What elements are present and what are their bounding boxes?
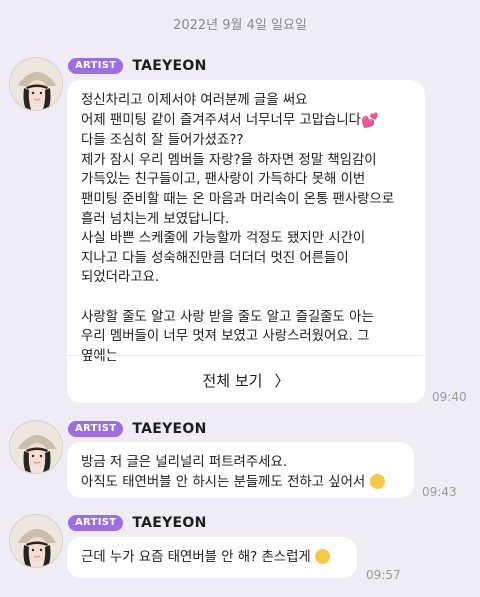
- line: 아직도 태연버블 안 하시는 분들께도 전하고 싶어서: [81, 474, 366, 490]
- heart-emoji: 💕: [361, 112, 379, 129]
- sender-name: TAEYEON: [132, 421, 207, 437]
- date-divider: 2022년 9월 4일 일요일: [173, 18, 307, 33]
- sender-name: TAEYEON: [132, 515, 207, 531]
- avatar-photo: [10, 58, 62, 110]
- wink-emoji-icon: [369, 473, 385, 489]
- line: 사실 바쁜 스케줄에 가능할까 걱정도 됐지만 시간이: [81, 231, 366, 247]
- sender-name: TAEYEON: [132, 58, 207, 74]
- message-bubble[interactable]: 근데 누가 요즘 태연버블 안 해? 촌스럽게: [67, 537, 357, 578]
- line: 우리 멤버들이 너무 멋져 보였고 사랑스러웠어요. 그: [81, 329, 370, 345]
- line: 지나고 다들 성숙해진만큼 더더더 멋진 어른들이: [81, 250, 349, 266]
- message-text: 정신차리고 이제서야 여러분께 글을 써요 어제 팬미팅 같이 즐겨주셔서 너무…: [81, 91, 394, 366]
- avatar-photo: [10, 515, 62, 567]
- line: 흘러 넘치는게 보였답니다.: [81, 211, 230, 227]
- line: 가득있는 친구들이고, 팬사랑이 가득하다 못해 이번: [81, 172, 366, 188]
- chevron-right-icon: 〉: [274, 371, 290, 390]
- line: 어제 팬미팅 같이 즐겨주셔서 너무너무 고맙습니다: [81, 112, 361, 128]
- timestamp: 09:57: [366, 568, 401, 582]
- artist-badge: ARTIST: [68, 515, 124, 531]
- line: 방금 저 글은 널리널리 퍼트려주세요.: [81, 455, 288, 470]
- pleading-face-emoji-icon: [315, 549, 331, 564]
- artist-badge: ARTIST: [68, 421, 124, 437]
- line: 정신차리고 이제서야 여러분께 글을 써요: [81, 93, 308, 108]
- message-bubble[interactable]: 정신차리고 이제서야 여러분께 글을 써요 어제 팬미팅 같이 즐겨주셔서 너무…: [67, 80, 425, 403]
- avatar-photo: [10, 421, 62, 473]
- line: 제가 잠시 우리 멤버들 자랑?을 하자면 정말 책임감이: [81, 152, 377, 168]
- timestamp: 09:40: [432, 390, 467, 404]
- line: 사랑할 줄도 알고 사랑 받을 줄도 알고 즐길줄도 아는: [81, 309, 374, 325]
- message-bubble[interactable]: 방금 저 글은 널리널리 퍼트려주세요. 아직도 태연버블 안 하시는 분들께도…: [67, 442, 414, 498]
- avatar[interactable]: [9, 514, 63, 568]
- line: 팬미팅 준비할 때는 온 마음과 머리속이 온통 팬사랑으로: [81, 191, 395, 207]
- avatar[interactable]: [9, 57, 63, 111]
- line: 되었더라고요.: [81, 270, 160, 286]
- timestamp: 09:43: [422, 485, 457, 499]
- line: 근데 누가 요즘 태연버블 안 해? 촌스럽게: [81, 550, 311, 565]
- message-text: 방금 저 글은 널리널리 퍼트려주세요. 아직도 태연버블 안 하시는 분들께도…: [81, 453, 385, 492]
- see-more-button[interactable]: 전체 보기 〉: [67, 357, 425, 403]
- see-more-label: 전체 보기: [202, 371, 263, 390]
- artist-badge: ARTIST: [68, 58, 124, 74]
- divider: [67, 355, 425, 356]
- message-text: 근데 누가 요즘 태연버블 안 해? 촌스럽게: [81, 548, 331, 568]
- avatar[interactable]: [9, 420, 63, 474]
- line: 다들 조심히 잘 들어가셨죠??: [81, 133, 244, 149]
